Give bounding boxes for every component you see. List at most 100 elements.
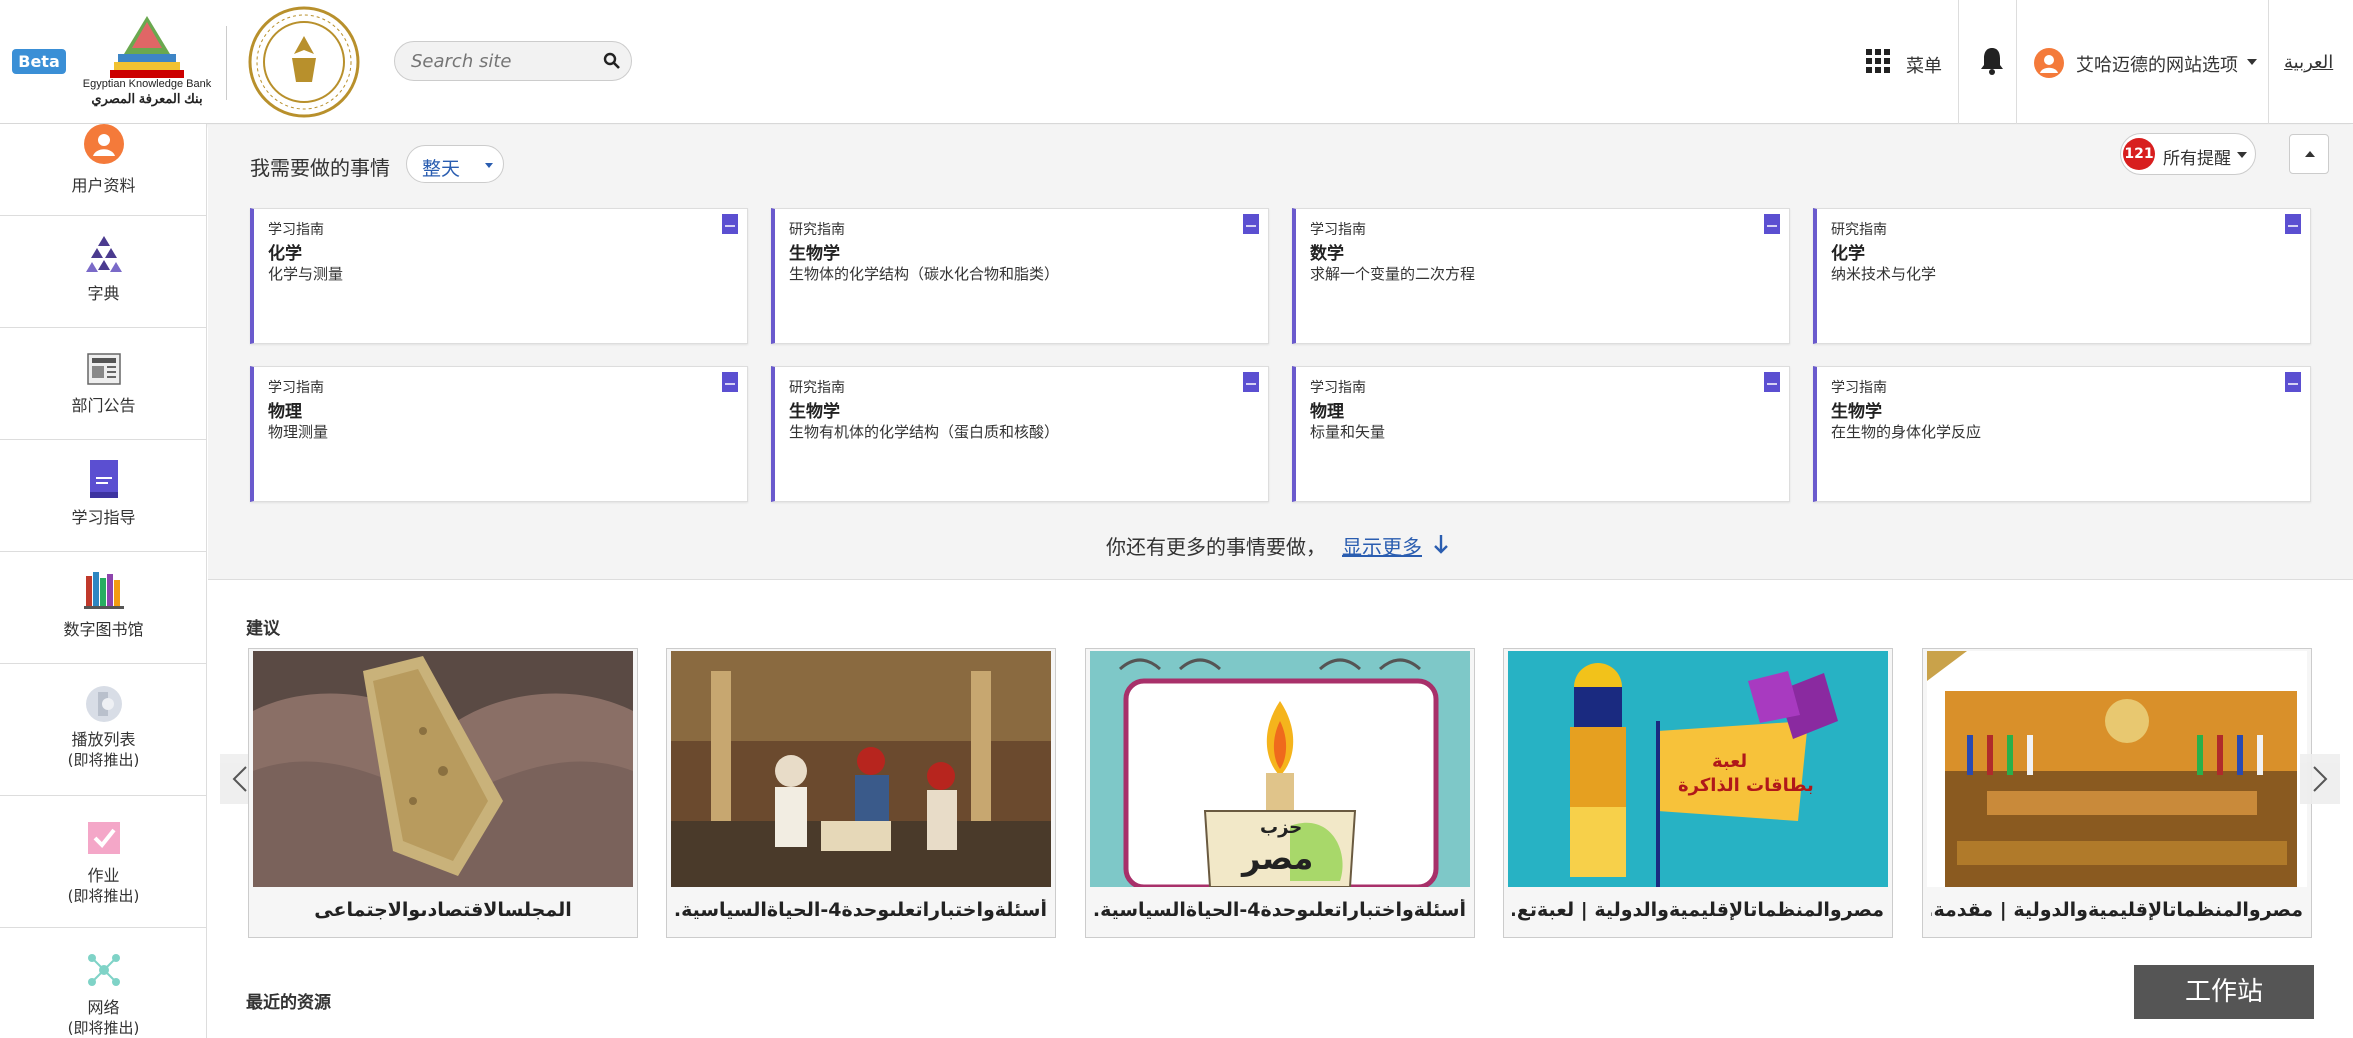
todo-card[interactable]: 研究指南 生物学 生物体的化学结构（碳水化合物和脂类） [771,208,1269,344]
user-profile-icon [84,124,124,164]
todo-card[interactable]: 学习指南 生物学 在生物的身体化学反应 [1813,366,2311,502]
sidebar-item-label: 用户资料 [71,176,136,195]
card-subject: 数学 [1310,244,1344,264]
coming-soon-label: (即将推出) [67,751,140,769]
todo-filter-value: 整天 [422,158,461,180]
coming-soon-label: (即将推出) [67,887,140,905]
card-topic: 标量和矢量 [1310,423,1386,441]
carousel-next-button[interactable] [2300,754,2340,804]
card-type: 学习指南 [1310,380,1366,396]
sidebar-item-label: 部门公告 [71,396,136,415]
playlist-icon [86,686,122,722]
todo-filter-dropdown[interactable]: 整天 [406,145,504,183]
workstation-button[interactable]: 工作站 [2134,965,2314,1019]
header-divider [2016,0,2017,124]
announcements-icon [87,353,121,385]
todo-card[interactable]: 研究指南 化学 纳米技术与化学 [1813,208,2311,344]
todo-card[interactable]: 学习指南 化学 化学与测量 [250,208,748,344]
search-box[interactable] [394,41,632,81]
recommendation-image: لعبة بطاقات الذاكرة [1508,651,1888,887]
recommendation-image [671,651,1051,887]
sidebar-item-network[interactable]: 网络 (即将推出) [0,928,207,1038]
recommendation-label: المجلسالاقتصادىوالاجتماعى [314,899,572,921]
card-type: 学习指南 [268,380,324,396]
card-subject: 化学 [1831,244,1865,264]
recent-resources-title: 最近的资源 [246,993,331,1013]
recommendation-label: أسئلةواختباراتعلىوحدة4-الحياةالسياسية... [675,899,1047,921]
grid-menu-icon[interactable] [1866,49,1890,73]
todo-card[interactable]: 学习指南 物理 标量和矢量 [1292,366,1790,502]
sidebar-item-announcements[interactable]: 部门公告 [0,328,207,440]
chevron-down-icon[interactable] [2247,59,2257,65]
header-divider [1958,0,1959,124]
study-guide-icon [1243,214,1259,234]
sidebar-item-label: 作业 [87,866,120,885]
recommendation-card[interactable]: مصروالمنظماتالإقليميةوالدولية | مقدمة... [1922,648,2312,938]
recommendation-label: أسئلةواختباراتعلىوحدة4-الحياةالسياسية... [1094,899,1466,921]
network-icon [88,954,120,986]
recommendation-card[interactable]: لعبة بطاقات الذاكرة مصروالمنظماتالإقليمي… [1503,648,1893,938]
recommendation-label: مصروالمنظماتالإقليميةوالدولية | لعبةتع..… [1512,899,1884,921]
sidebar-item-digital-library[interactable]: 数字图书馆 [0,552,207,664]
show-more-link[interactable]: 显示更多 [1342,531,1422,560]
todo-card[interactable]: 学习指南 数学 求解一个变量的二次方程 [1292,208,1790,344]
card-topic: 求解一个变量的二次方程 [1310,265,1476,283]
study-guide-icon [1764,372,1780,392]
card-topic: 物理测量 [268,423,329,441]
sidebar-item-playlist[interactable]: 播放列表 (即将推出) [0,664,207,796]
arrow-down-icon[interactable] [1432,533,1450,555]
chevron-left-icon [232,766,247,792]
all-alerts-dropdown[interactable]: 121 所有提醒 [2120,133,2256,175]
sidebar-item-label: 网络 [87,998,120,1017]
card-topic: 纳米技术与化学 [1831,265,1937,283]
ekb-name-en: Egyptian Knowledge Bank [82,78,212,90]
search-input[interactable] [411,42,591,80]
language-switch-link[interactable]: العربية [2284,52,2333,73]
study-guide-icon [90,460,118,498]
recommendation-card[interactable]: حزب مصر أسئلةواختباراتعلىوحدة4-الحياةالس… [1085,648,1475,938]
card-type: 研究指南 [789,380,845,396]
ekb-name-ar: بنك المعرفة المصري [91,91,203,106]
search-icon[interactable] [603,52,621,70]
recommendation-card[interactable]: أسئلةواختباراتعلىوحدة4-الحياةالسياسية... [666,648,1056,938]
todo-section: 我需要做的事情 整天 121 所有提醒 学习指南 化学 化学与测量 研究指南 生… [208,125,2353,580]
study-guide-icon [722,214,738,234]
header-divider [2268,0,2269,124]
menu-label[interactable]: 菜单 [1906,52,1942,78]
chevron-down-icon [2237,152,2247,158]
sidebar-item-assignments[interactable]: 作业 (即将推出) [0,796,207,928]
game-text-2: بطاقات الذاكرة [1678,775,1814,796]
recommendation-label: مصروالمنظماتالإقليميةوالدولية | مقدمة... [1931,899,2303,921]
card-subject: 化学 [268,244,302,264]
todo-card[interactable]: 研究指南 生物学 生物有机体的化学结构（蛋白质和核酸） [771,366,1269,502]
user-avatar[interactable] [2034,48,2064,78]
digital-library-icon [84,572,124,609]
sidebar-item-study-guide[interactable]: 学习指导 [0,440,207,552]
header-divider [226,26,227,100]
sidebar-item-dictionary[interactable]: 字典 [0,216,207,328]
assignment-icon [88,822,120,854]
user-options-menu[interactable]: 艾哈迈德的网站选项 [2076,51,2238,77]
beta-badge: Beta [12,49,66,74]
card-type: 学习指南 [1831,380,1887,396]
card-type: 研究指南 [789,222,845,238]
collapse-button[interactable] [2289,134,2329,174]
coming-soon-label: (即将推出) [67,1019,140,1037]
recommendation-image: حزب مصر [1090,651,1470,887]
study-guide-icon [2285,372,2301,392]
card-topic: 在生物的身体化学反应 [1831,423,1982,441]
card-topic: 生物有机体的化学结构（蛋白质和核酸） [789,423,1060,441]
study-guide-icon [722,372,738,392]
dictionary-icon [86,236,122,272]
sidebar-item-profile[interactable]: 用户资料 [0,124,207,216]
card-subject: 生物学 [789,244,840,264]
chevron-right-icon [2313,766,2328,792]
recommendation-image [1927,651,2307,887]
ministry-seal-icon[interactable] [248,6,360,118]
todo-card[interactable]: 学习指南 物理 物理测量 [250,366,748,502]
sidebar-item-label: 字典 [87,284,120,303]
card-subject: 生物学 [1831,402,1882,422]
recommendation-card[interactable]: المجلسالاقتصادىوالاجتماعى [248,648,638,938]
poster-text-1: حزب [1260,817,1303,838]
notification-bell-icon[interactable] [1978,46,2006,76]
